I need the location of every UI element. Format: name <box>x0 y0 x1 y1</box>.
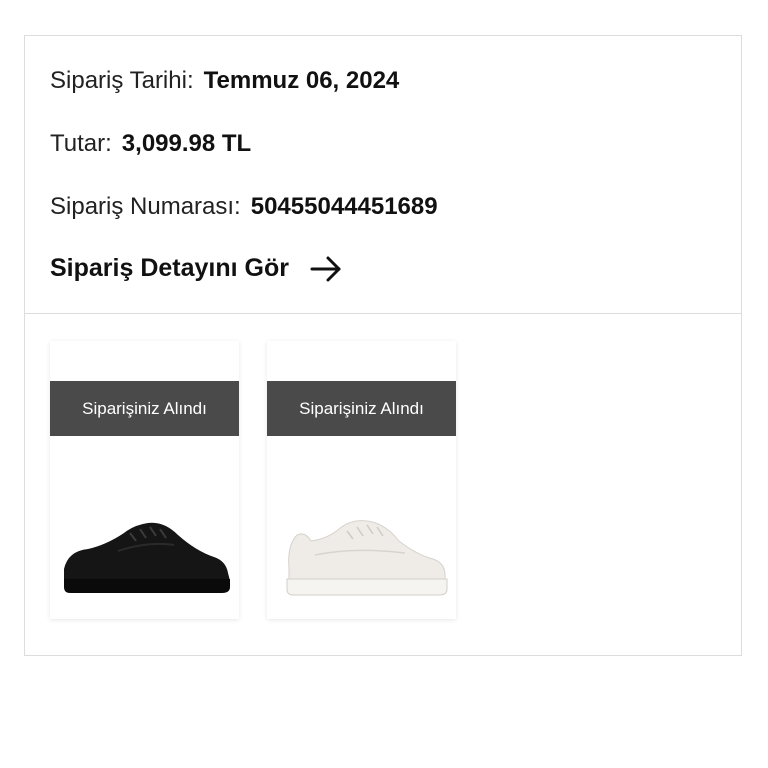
order-detail-link-label: Sipariş Detayını Gör <box>50 254 289 282</box>
order-amount-row: Tutar: 3,099.98 TL <box>50 130 251 158</box>
order-number-row: Sipariş Numarası: 50455044451689 <box>50 193 438 221</box>
white-sneaker-image <box>286 520 448 596</box>
order-number-label: Sipariş Numarası: <box>50 193 241 220</box>
order-number-value: 50455044451689 <box>250 193 438 220</box>
order-card: Sipariş Tarihi: Temmuz 06, 2024 Tutar: 3,0… <box>24 35 742 656</box>
order-summary: Sipariş Tarihi: Temmuz 06, 2024 Tutar: 3,0… <box>25 36 741 313</box>
order-date-row: Sipariş Tarihi: Temmuz 06, 2024 <box>50 67 399 95</box>
product-list: Siparişiniz Alındı Siparişiniz Alındı <box>25 314 741 655</box>
order-status-badge: Siparişiniz Alındı <box>50 381 239 436</box>
black-sneaker-image <box>64 522 230 593</box>
order-amount-value: 3,099.98 TL <box>121 130 252 157</box>
product-card-white-sneaker[interactable]: Siparişiniz Alındı <box>267 341 456 619</box>
order-status-badge: Siparişiniz Alındı <box>267 381 456 436</box>
arrow-right-icon <box>310 256 341 281</box>
product-card-black-sneaker[interactable]: Siparişiniz Alındı <box>50 341 239 619</box>
order-detail-link[interactable]: Sipariş Detayını Gör <box>50 254 343 283</box>
order-date-value: Temmuz 06, 2024 <box>203 67 400 94</box>
order-amount-label: Tutar: <box>50 130 112 157</box>
order-date-label: Sipariş Tarihi: <box>50 67 194 94</box>
